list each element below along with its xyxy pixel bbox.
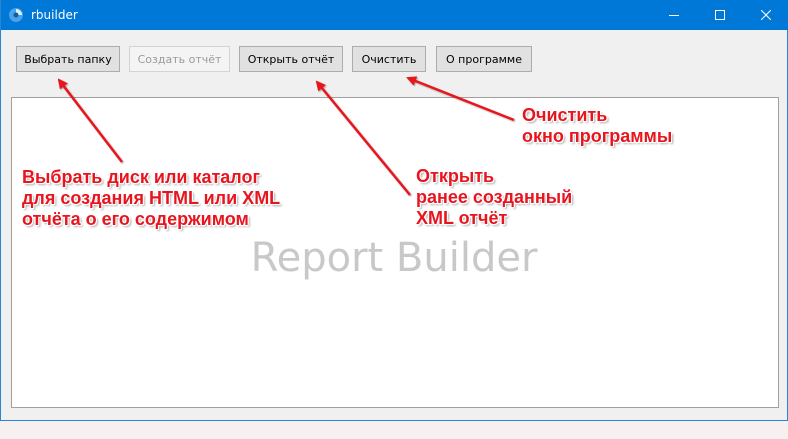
annotation-line: Выбрать диск или каталог bbox=[22, 167, 260, 187]
minimize-icon bbox=[669, 15, 679, 16]
app-icon bbox=[9, 8, 23, 22]
window-title: rbuilder bbox=[31, 8, 78, 22]
annotation-line: Открыть bbox=[416, 166, 495, 186]
maximize-icon bbox=[715, 10, 725, 20]
create-report-button[interactable]: Создать отчёт bbox=[129, 46, 230, 72]
annotation-line: XML отчёт bbox=[416, 208, 508, 228]
annotation-line: ранее созданный bbox=[416, 187, 573, 207]
annotation-clear: Очистить окно программы bbox=[522, 105, 672, 147]
maximize-button[interactable] bbox=[697, 0, 743, 30]
open-report-button[interactable]: Открыть отчёт bbox=[239, 46, 343, 72]
annotation-line: отчёта о его содержимом bbox=[22, 209, 249, 229]
title-bar[interactable]: rbuilder bbox=[1, 0, 788, 30]
close-icon bbox=[761, 10, 771, 20]
annotation-line: окно программы bbox=[522, 126, 673, 146]
annotation-line: для создания HTML или XML bbox=[22, 188, 281, 208]
minimize-button[interactable] bbox=[651, 0, 697, 30]
close-button[interactable] bbox=[743, 0, 788, 30]
annotation-open-report: Открыть ранее созданный XML отчёт bbox=[416, 166, 572, 229]
annotation-line: Очистить bbox=[522, 105, 608, 125]
clear-button[interactable]: Очистить bbox=[352, 46, 426, 72]
annotation-select-folder: Выбрать диск или каталог для создания HT… bbox=[22, 167, 280, 230]
watermark-text: Report Builder bbox=[250, 235, 538, 281]
select-folder-button[interactable]: Выбрать папку bbox=[16, 46, 120, 72]
about-button[interactable]: О программе bbox=[436, 46, 532, 72]
